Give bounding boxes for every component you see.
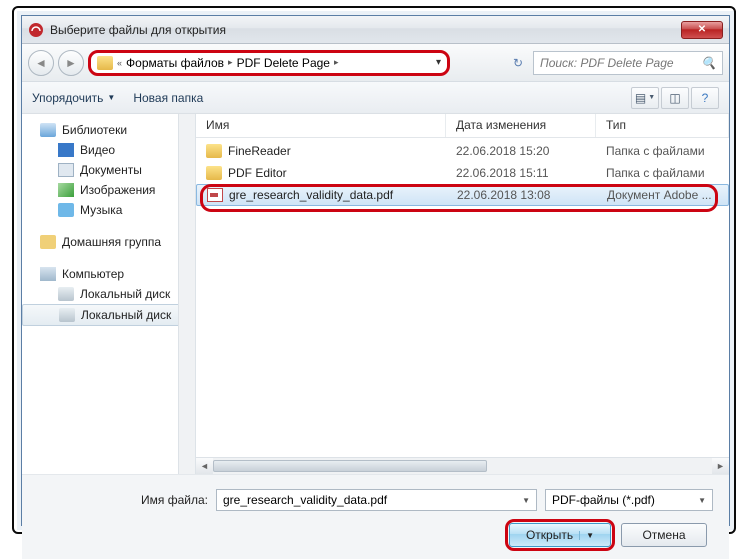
search-placeholder: Поиск: PDF Delete Page — [540, 56, 674, 70]
folder-icon — [206, 144, 222, 158]
organize-button[interactable]: Упорядочить ▼ — [32, 91, 115, 105]
col-name[interactable]: Имя — [196, 114, 446, 137]
tree-video[interactable]: Видео — [22, 140, 195, 160]
horizontal-scrollbar[interactable]: ◄ ► — [196, 457, 729, 474]
scroll-thumb[interactable] — [213, 460, 487, 472]
file-date: 22.06.2018 15:20 — [456, 144, 606, 158]
new-folder-button[interactable]: Новая папка — [133, 91, 203, 105]
file-name: FineReader — [228, 144, 456, 158]
tree-disk[interactable]: Локальный диск — [22, 304, 195, 326]
breadcrumb-part[interactable]: PDF Delete Page — [237, 56, 330, 70]
scroll-left-button[interactable]: ◄ — [196, 458, 213, 474]
col-date[interactable]: Дата изменения — [446, 114, 596, 137]
video-icon — [58, 143, 74, 157]
back-button[interactable]: ◄ — [28, 50, 54, 76]
file-row[interactable]: PDF Editor22.06.2018 15:11Папка с файлам… — [196, 162, 729, 184]
tree-computer[interactable]: Компьютер — [22, 264, 195, 284]
documents-icon — [58, 163, 74, 177]
chevron-down-icon: ▼ — [107, 93, 115, 102]
refresh-button[interactable]: ↻ — [507, 52, 529, 74]
tree-music[interactable]: Музыка — [22, 200, 195, 220]
forward-button[interactable]: ► — [58, 50, 84, 76]
folder-icon — [97, 56, 113, 70]
chevron-right-icon: ▸ — [334, 57, 339, 68]
tree-disk[interactable]: Локальный диск — [22, 284, 195, 304]
file-name: gre_research_validity_data.pdf — [229, 188, 457, 202]
filename-label: Имя файла: — [38, 493, 208, 507]
tree-homegroup[interactable]: Домашняя группа — [22, 232, 195, 252]
window-title: Выберите файлы для открытия — [50, 23, 681, 37]
disk-icon — [59, 308, 75, 322]
file-type: Документ Adobe ... — [607, 188, 718, 202]
titlebar: Выберите файлы для открытия ✕ — [22, 16, 729, 44]
music-icon — [58, 203, 74, 217]
homegroup-icon — [40, 235, 56, 249]
chevron-right-icon: ▸ — [228, 57, 233, 68]
file-name: PDF Editor — [228, 166, 456, 180]
column-headers: Имя Дата изменения Тип — [196, 114, 729, 138]
scroll-right-button[interactable]: ► — [712, 458, 729, 474]
preview-pane-button[interactable]: ◫ — [661, 87, 689, 109]
breadcrumb-part[interactable]: Форматы файлов — [126, 56, 224, 70]
file-row[interactable]: gre_research_validity_data.pdf22.06.2018… — [196, 184, 729, 206]
tree-documents[interactable]: Документы — [22, 160, 195, 180]
sidebar-scrollbar[interactable] — [178, 114, 195, 474]
search-input[interactable]: Поиск: PDF Delete Page 🔍 — [533, 51, 723, 75]
computer-icon — [40, 267, 56, 281]
file-type: Папка с файлами — [606, 144, 719, 158]
open-button[interactable]: Открыть▼ — [509, 523, 611, 547]
chevron-left-icon: « — [117, 58, 122, 68]
filename-input[interactable]: gre_research_validity_data.pdf▼ — [216, 489, 537, 511]
file-open-dialog: Выберите файлы для открытия ✕ ◄ ► « Форм… — [21, 15, 730, 526]
chevron-down-icon[interactable]: ▼ — [522, 496, 530, 505]
cancel-button[interactable]: Отмена — [621, 523, 707, 547]
disk-icon — [58, 287, 74, 301]
nav-row: ◄ ► « Форматы файлов ▸ PDF Delete Page ▸… — [22, 44, 729, 82]
breadcrumb-dropdown[interactable]: ▾ — [436, 57, 441, 68]
app-icon — [28, 22, 44, 38]
help-button[interactable]: ? — [691, 87, 719, 109]
file-type: Папка с файлами — [606, 166, 719, 180]
chevron-down-icon: ▼ — [698, 496, 706, 505]
file-type-filter[interactable]: PDF-файлы (*.pdf)▼ — [545, 489, 713, 511]
sidebar: Библиотеки Видео Документы Изображения М… — [22, 114, 196, 474]
tree-images[interactable]: Изображения — [22, 180, 195, 200]
toolbar: Упорядочить ▼ Новая папка ▤▼ ◫ ? — [22, 82, 729, 114]
pdf-icon — [207, 188, 223, 202]
file-row[interactable]: FineReader22.06.2018 15:20Папка с файлам… — [196, 140, 729, 162]
file-date: 22.06.2018 13:08 — [457, 188, 607, 202]
images-icon — [58, 183, 74, 197]
tree-libraries[interactable]: Библиотеки — [22, 120, 195, 140]
close-button[interactable]: ✕ — [681, 21, 723, 39]
file-list: Имя Дата изменения Тип FineReader22.06.2… — [196, 114, 729, 474]
view-button[interactable]: ▤▼ — [631, 87, 659, 109]
folder-icon — [206, 166, 222, 180]
breadcrumb[interactable]: « Форматы файлов ▸ PDF Delete Page ▸ ▾ — [88, 50, 450, 76]
search-icon: 🔍 — [701, 56, 716, 70]
bottom-panel: Имя файла: gre_research_validity_data.pd… — [22, 474, 729, 559]
libraries-icon — [40, 123, 56, 137]
file-date: 22.06.2018 15:11 — [456, 166, 606, 180]
chevron-down-icon[interactable]: ▼ — [579, 531, 594, 540]
col-type[interactable]: Тип — [596, 114, 729, 137]
